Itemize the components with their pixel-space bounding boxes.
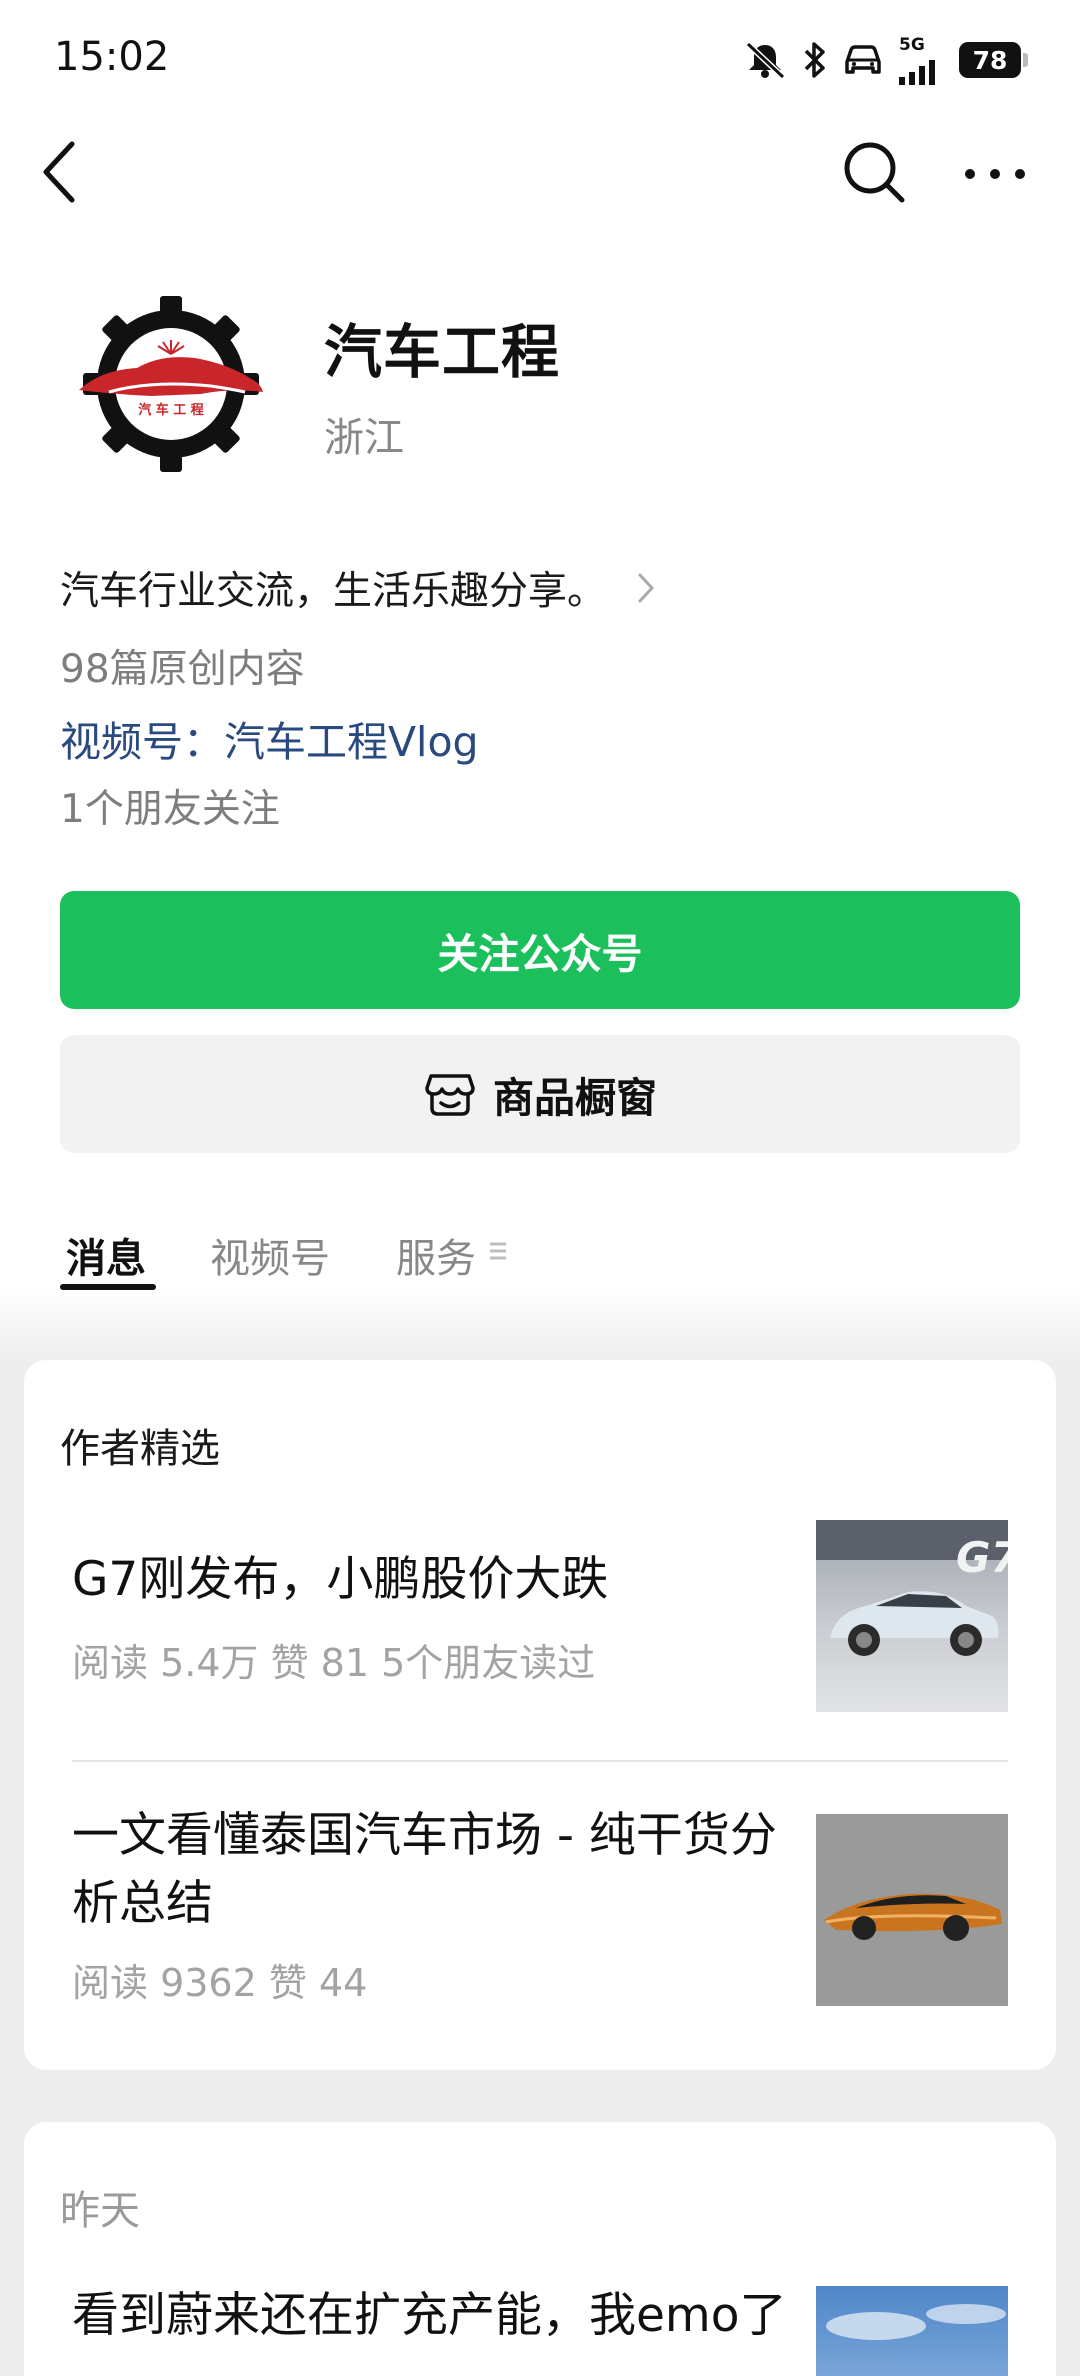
- article-meta: 阅读 9362 赞 44: [72, 1961, 368, 2005]
- recent-articles-card: 昨天 看到蔚来还在扩充产能，我emo了: [24, 2122, 1056, 2376]
- white-suv-image: G7: [816, 1520, 1008, 1712]
- bluetooth-icon: [804, 42, 825, 78]
- battery-indicator: 78: [959, 42, 1028, 78]
- status-time: 15:02: [54, 34, 170, 80]
- friends-following[interactable]: 1个朋友关注: [60, 778, 280, 834]
- original-content-count[interactable]: 98篇原创内容: [60, 638, 305, 694]
- battery-tip: [1023, 53, 1028, 67]
- cellular-signal: 5G: [897, 35, 945, 85]
- article-divider: [72, 1760, 1008, 1762]
- shop-window-label: 商品橱窗: [493, 1074, 657, 1122]
- tab-messages[interactable]: 消息: [66, 1226, 146, 1284]
- tab-services[interactable]: 服务: [396, 1226, 476, 1284]
- sky-image: [816, 2286, 1008, 2376]
- account-avatar[interactable]: 汽 车 工 程: [68, 296, 274, 472]
- orange-sportscar-image: [816, 1814, 1008, 2006]
- account-region: 浙江: [324, 415, 404, 461]
- intro-text: 汽车行业交流，生活乐趣分享。: [60, 569, 607, 614]
- article-thumbnail[interactable]: G7: [816, 1520, 1008, 1712]
- article-title[interactable]: 看到蔚来还在扩充产能，我emo了: [72, 2282, 812, 2350]
- tab-video-channel[interactable]: 视频号: [210, 1226, 330, 1284]
- article-title[interactable]: G7刚发布，小鹏股价大跌: [72, 1546, 812, 1614]
- car-icon: [845, 45, 881, 74]
- menu-lines-icon: [490, 1242, 506, 1260]
- status-icons: 5G 78: [743, 34, 1028, 86]
- status-bar: 15:02 5G 78: [0, 0, 1080, 120]
- signal-bars-icon: [899, 60, 935, 85]
- article-thumbnail[interactable]: [816, 1814, 1008, 2006]
- account-intro[interactable]: 汽车行业交流，生活乐趣分享。: [60, 560, 656, 616]
- network-type: 5G: [899, 35, 925, 55]
- battery-level: 78: [959, 42, 1021, 78]
- active-tab-indicator: [60, 1284, 156, 1290]
- logo-lettering: 汽 车 工 程: [138, 402, 204, 418]
- account-name: 汽车工程: [324, 318, 561, 386]
- thumbnail-model-text: G7: [956, 1533, 1008, 1582]
- search-icon: [844, 142, 905, 203]
- follow-button[interactable]: 关注公众号: [60, 891, 1020, 1009]
- video-channel-link[interactable]: 视频号：汽车工程Vlog: [60, 708, 479, 768]
- more-dots-icon: [965, 169, 1025, 179]
- article-title[interactable]: 一文看懂泰国汽车市场 - 纯干货分析总结: [72, 1802, 812, 1938]
- chevron-left-icon: [43, 141, 75, 203]
- shop-icon: [425, 1074, 475, 1116]
- article-thumbnail[interactable]: [816, 2286, 1008, 2376]
- article-meta: 阅读 5.4万 赞 81 5个朋友读过: [72, 1641, 596, 1685]
- gear-car-logo: 汽 车 工 程: [79, 296, 263, 472]
- mute-bell-icon: [745, 41, 786, 80]
- featured-section-title: 作者精选: [60, 1426, 220, 1472]
- chevron-right-icon: [638, 573, 654, 603]
- more-options-button[interactable]: [960, 146, 1030, 202]
- shop-window-button[interactable]: 商品橱窗: [60, 1035, 1020, 1153]
- search-button[interactable]: [840, 138, 910, 208]
- featured-articles-card: 作者精选 G7刚发布，小鹏股价大跌 阅读 5.4万 赞 81 5个朋友读过 G7: [24, 1360, 1056, 2070]
- header-fade: [0, 1290, 1080, 1360]
- date-header: 昨天: [60, 2188, 140, 2234]
- back-button[interactable]: [34, 134, 90, 210]
